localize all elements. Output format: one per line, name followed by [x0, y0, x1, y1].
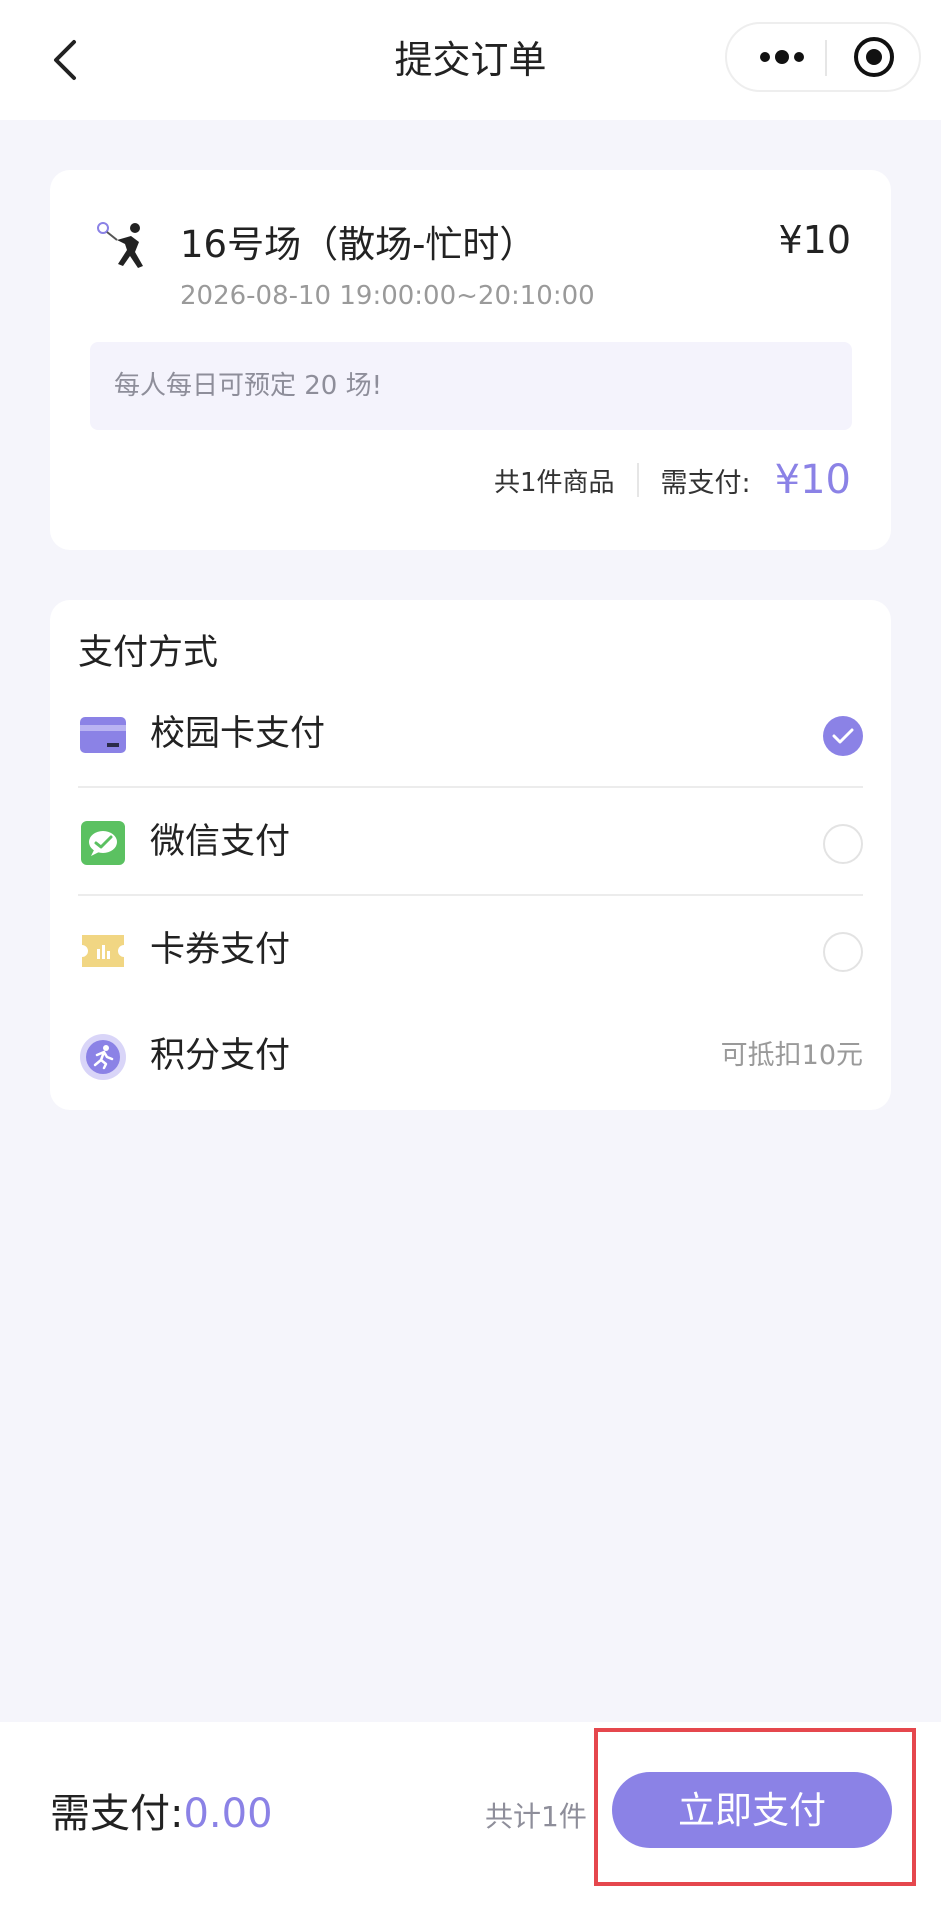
top-nav-bar: 提交订单 [0, 0, 941, 120]
booking-time: 2026-08-10 19:00:00~20:10:00 [180, 281, 595, 311]
payment-radio-selected[interactable] [823, 716, 863, 756]
more-dots-icon [760, 50, 804, 64]
payment-option-label: 积分支付 [150, 1036, 291, 1076]
item-price: ¥10 [778, 218, 851, 262]
points-deduction-hint: 可抵扣10元 [720, 1040, 863, 1071]
campus-card-icon [80, 717, 126, 753]
summary-divider [636, 463, 639, 497]
payment-option-points[interactable]: 积分支付 可抵扣10元 [78, 1002, 863, 1110]
check-icon [832, 728, 854, 744]
points-icon [80, 1034, 126, 1080]
need-pay-amount: ¥10 [774, 457, 851, 503]
capsule-divider [825, 40, 827, 76]
payment-option-coupon[interactable]: 卡券支付 [78, 896, 863, 1004]
payment-radio[interactable] [823, 824, 863, 864]
payment-method-card: 支付方式 校园卡支付 微信支付 卡券支付 积分支付 可抵扣10元 [50, 600, 891, 1110]
payment-option-label: 校园卡支付 [150, 714, 326, 754]
item-count: 共1件商品 [493, 467, 615, 498]
need-pay-label: 需支付: [50, 1791, 184, 1837]
close-miniprogram-button[interactable] [839, 32, 909, 82]
need-pay-value: 0.00 [183, 1791, 273, 1837]
need-pay-label: 需支付: [660, 467, 751, 499]
highlight-box [594, 1728, 916, 1886]
order-summary: 共1件商品 需支付: ¥10 [494, 450, 851, 510]
payment-section-title: 支付方式 [78, 633, 219, 673]
payment-option-campus-card[interactable]: 校园卡支付 [78, 680, 863, 788]
wechat-pay-icon [81, 821, 125, 865]
total-need-pay: 需支付:0.00 [50, 1784, 273, 1844]
payment-radio[interactable] [823, 932, 863, 972]
order-card: 16号场（散场-忙时） ¥10 2026-08-10 19:00:00~20:1… [50, 170, 891, 550]
more-button[interactable] [747, 32, 817, 82]
payment-option-label: 微信支付 [150, 822, 291, 862]
venue-name: 16号场（散场-忙时） [180, 223, 537, 266]
total-item-count: 共计1件 [485, 1800, 587, 1833]
mini-program-capsule [725, 22, 921, 92]
coupon-icon [82, 935, 124, 967]
booking-notice: 每人每日可预定 20 场! [90, 342, 852, 430]
target-icon [854, 37, 894, 77]
payment-option-label: 卡券支付 [150, 930, 291, 970]
tennis-player-icon [97, 222, 143, 268]
payment-option-wechat[interactable]: 微信支付 [78, 788, 863, 896]
